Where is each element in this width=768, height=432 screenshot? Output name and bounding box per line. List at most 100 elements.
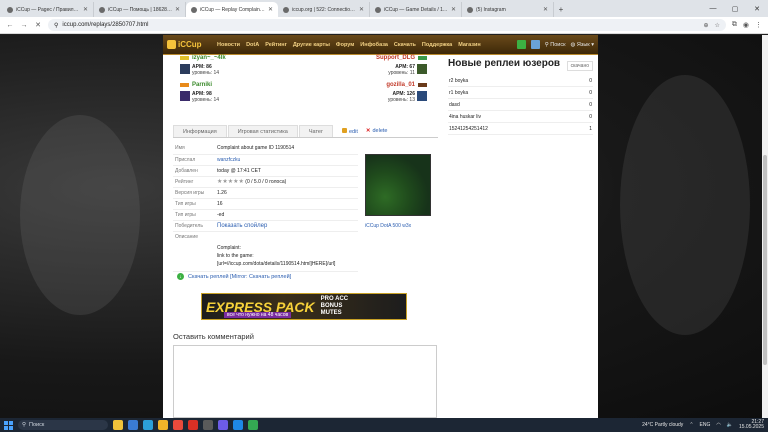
replay-details-table: Имя Complaint about game ID 1190514 Присл… bbox=[173, 143, 358, 272]
url-input[interactable]: ⚲ iccup.com/replays/2850707.html ⊕ ☆ bbox=[48, 19, 726, 31]
volume-icon[interactable]: 🔈 bbox=[727, 422, 733, 428]
language-selector[interactable]: ◍ Язык ▾ bbox=[571, 42, 594, 48]
edge-icon[interactable] bbox=[143, 420, 153, 430]
site-info-icon[interactable]: ⚲ bbox=[54, 22, 58, 29]
site-logo[interactable]: iCCup bbox=[167, 40, 211, 49]
browser-tab[interactable]: iCCup — Replay Complaint ab...✕ bbox=[186, 2, 278, 17]
sidebar-sort-button[interactable]: скачано bbox=[566, 61, 593, 71]
bookmark-star-icon[interactable]: ☆ bbox=[715, 22, 720, 29]
show-spoiler-link[interactable]: Показать спойлер bbox=[217, 223, 267, 229]
recent-replays-list: r2 boyka 0 r1 boyka 0 dasd 0 4ina huskar liv 0 1… bbox=[448, 75, 593, 135]
widgets-icon[interactable] bbox=[113, 420, 123, 430]
reload-icon[interactable]: ✕ bbox=[34, 21, 42, 29]
table-row: Победитель Показать спойлер bbox=[173, 220, 358, 232]
notifications-icon[interactable] bbox=[516, 40, 526, 49]
tab-info[interactable]: Информация bbox=[173, 125, 227, 137]
list-item[interactable]: dasd 0 bbox=[448, 99, 593, 111]
weather-widget[interactable]: 24°C Partly cloudy bbox=[642, 422, 683, 428]
comment-textarea[interactable] bbox=[173, 345, 437, 418]
nav-item[interactable]: Поддержка bbox=[422, 42, 452, 48]
windows-start-icon[interactable] bbox=[4, 420, 13, 430]
player-card[interactable]: Parniki APM: 98 уровень: 14 bbox=[180, 82, 300, 104]
nav-item[interactable]: Рейтинг bbox=[265, 42, 287, 48]
browser-tab[interactable]: iCCup — Помощь | 1862858 ✕ bbox=[94, 2, 186, 17]
discord-icon[interactable] bbox=[218, 420, 228, 430]
file-explorer-icon[interactable] bbox=[158, 420, 168, 430]
download-replay-link[interactable]: ↓ Скачать реплей [Mirror: Скачать реплей… bbox=[177, 273, 291, 280]
new-tab-button[interactable]: + bbox=[554, 2, 568, 17]
table-row: Рейтинг ★★★★★ (0 / 5.0 / 0 голоса) bbox=[173, 176, 358, 188]
tab-game-stats[interactable]: Игровая статистика bbox=[227, 125, 298, 137]
app-icon[interactable] bbox=[248, 420, 258, 430]
favicon-icon bbox=[467, 6, 473, 13]
rating-stars[interactable]: ★★★★★ bbox=[217, 179, 244, 185]
browser-tabstrip: iCCup — Pagec / Правила игр...✕iCCup — П… bbox=[0, 0, 768, 17]
tab-chat[interactable]: Чатег bbox=[298, 125, 333, 137]
table-row: Имя Complaint about game ID 1190514 bbox=[173, 143, 358, 155]
favicon-icon bbox=[375, 6, 381, 13]
close-tab-icon[interactable]: ✕ bbox=[83, 6, 88, 13]
favicon-icon bbox=[99, 6, 105, 13]
browser-tab[interactable]: iCCup — Game Details / 1190... ✕ bbox=[370, 2, 462, 17]
window-controls: — ▢ ✕ bbox=[702, 0, 768, 17]
player-card[interactable]: gozilla_01 APM: 126 уровень: 13 bbox=[307, 82, 427, 104]
list-item[interactable]: r2 boyka 0 bbox=[448, 75, 593, 87]
map-name-link[interactable]: iCCup DotA 500 w3x bbox=[365, 223, 411, 229]
player-card[interactable]: izyan~_~4lk APM: 86 уровень: 14 bbox=[180, 55, 300, 77]
uploader-link[interactable]: wanzfczku bbox=[217, 157, 240, 163]
telegram-icon[interactable] bbox=[233, 420, 243, 430]
wifi-icon[interactable]: ◠ bbox=[716, 422, 720, 428]
express-pack-banner[interactable]: EXPRESS PACK PRO ACC BONUS MUTES все что н… bbox=[201, 293, 407, 320]
menu-icon[interactable]: ⋮ bbox=[755, 21, 762, 29]
nav-item[interactable]: Магазин bbox=[458, 42, 481, 48]
edit-link[interactable]: edit bbox=[342, 127, 358, 135]
close-tab-icon[interactable]: ✕ bbox=[268, 6, 273, 13]
delete-link[interactable]: ✕ delete bbox=[366, 128, 388, 134]
tray-arrow-icon[interactable]: ⌃ bbox=[689, 422, 693, 428]
minimize-icon[interactable]: — bbox=[702, 0, 724, 17]
edit-icon bbox=[342, 127, 347, 133]
nav-item[interactable]: Форум bbox=[336, 42, 354, 48]
close-icon[interactable]: ✕ bbox=[746, 0, 768, 17]
site-header: iCCup Новости DotA Рейтинг Другие карты Фору… bbox=[163, 35, 598, 55]
sidebar-title: Новые реплеи юзеров bbox=[448, 58, 561, 69]
list-item[interactable]: r1 boyka 0 bbox=[448, 87, 593, 99]
profile-icon[interactable]: ◉ bbox=[743, 21, 749, 29]
list-item[interactable]: 4ina huskar liv 0 bbox=[448, 111, 593, 123]
close-tab-icon[interactable]: ✕ bbox=[543, 6, 548, 13]
close-tab-icon[interactable]: ✕ bbox=[359, 6, 364, 13]
nav-item[interactable]: Другие карты bbox=[293, 42, 330, 48]
forward-icon[interactable]: → bbox=[20, 22, 28, 29]
back-icon[interactable]: ← bbox=[6, 22, 14, 29]
browser-tab[interactable]: iCCup — Pagec / Правила игр...✕ bbox=[2, 2, 94, 17]
search-link[interactable]: ⚲ Поиск bbox=[545, 42, 566, 48]
nav-item[interactable]: Инфобаза bbox=[360, 42, 388, 48]
main-nav: Новости DotA Рейтинг Другие карты Форум Инфоб… bbox=[217, 42, 481, 48]
page-scrollbar[interactable] bbox=[762, 35, 768, 418]
minimap-image[interactable] bbox=[365, 154, 431, 216]
extensions-icon[interactable]: ⧉ bbox=[732, 21, 737, 29]
task-view-icon[interactable] bbox=[128, 420, 138, 430]
close-tab-icon[interactable]: ✕ bbox=[175, 6, 180, 13]
nav-item[interactable]: Новости bbox=[217, 42, 240, 48]
download-icon: ↓ bbox=[177, 273, 184, 280]
player-card[interactable]: Support_DLG APM: 67 уровень: 11 bbox=[307, 55, 427, 77]
favicon-icon bbox=[191, 6, 197, 13]
list-item[interactable]: 15241254251412 1 bbox=[448, 123, 593, 135]
page-background: iCCup Новости DotA Рейтинг Другие карты Фору… bbox=[0, 35, 768, 418]
chrome-icon[interactable] bbox=[173, 420, 183, 430]
youtube-icon[interactable] bbox=[188, 420, 198, 430]
clock[interactable]: 21:27 15.05.2025 bbox=[739, 419, 764, 431]
language-indicator[interactable]: ENG bbox=[700, 422, 711, 428]
comment-heading: Оставить комментарий bbox=[173, 332, 254, 341]
app-icon[interactable] bbox=[203, 420, 213, 430]
maximize-icon[interactable]: ▢ bbox=[724, 0, 746, 17]
nav-item[interactable]: DotA bbox=[246, 42, 259, 48]
zoom-icon[interactable]: ⊕ bbox=[703, 22, 708, 29]
browser-tab[interactable]: (5) Instagram ✕ bbox=[462, 2, 554, 17]
close-tab-icon[interactable]: ✕ bbox=[451, 6, 456, 13]
user-avatar-icon[interactable] bbox=[530, 40, 540, 49]
browser-tab[interactable]: iccup.org | 522: Connection tim...✕ bbox=[278, 2, 370, 17]
taskbar-search[interactable]: ⚲ Поиск bbox=[18, 420, 108, 430]
nav-item[interactable]: Скачать bbox=[394, 42, 416, 48]
